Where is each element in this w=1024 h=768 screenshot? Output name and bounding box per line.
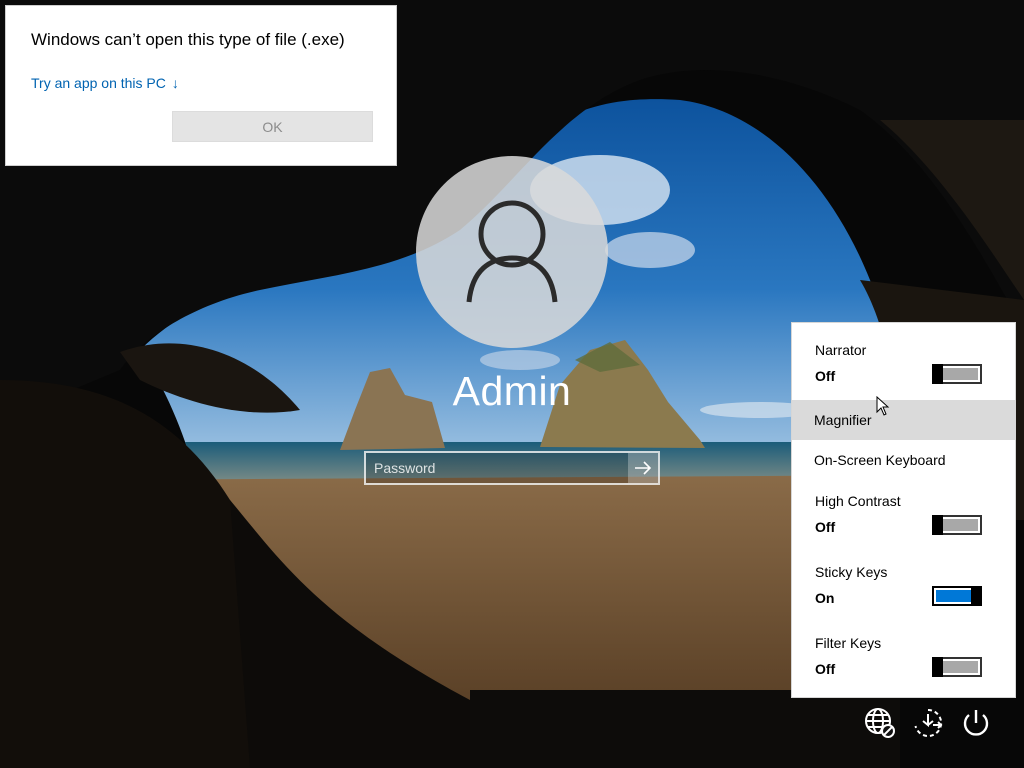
filter-keys-label: Filter Keys [815,635,882,651]
menu-item-on-screen-keyboard[interactable]: On-Screen Keyboard [792,445,1015,477]
filter-keys-toggle[interactable] [932,657,982,677]
sticky-keys-state: On [815,590,835,606]
avatar [416,156,608,348]
high-contrast-label: High Contrast [815,493,901,509]
narrator-label: Narrator [815,342,867,358]
error-dialog: Windows can’t open this type of file (.e… [5,5,397,166]
network-icon [865,708,895,738]
sticky-keys-label: Sticky Keys [815,564,888,580]
user-name: Admin [452,368,572,414]
password-input[interactable] [366,453,628,483]
ok-button[interactable]: OK [172,111,373,142]
narrator-toggle[interactable] [932,364,982,384]
mouse-cursor-icon [876,396,890,416]
try-app-link-label: Try an app on this PC [31,75,166,91]
ease-of-access-icon [914,708,943,737]
dialog-title: Windows can’t open this type of file (.e… [31,30,345,49]
on-screen-keyboard-label: On-Screen Keyboard [814,452,946,468]
high-contrast-toggle[interactable] [932,515,982,535]
power-icon [963,710,989,736]
try-app-link[interactable]: Try an app on this PC ↓ [31,75,179,91]
ease-of-access-menu: Narrator Off Magnifier On-Screen Keyboar… [791,322,1016,698]
user-icon [466,200,558,303]
submit-button[interactable] [628,453,658,483]
lock-screen: Windows can’t open this type of file (.e… [0,0,1024,768]
power-button[interactable] [959,706,993,740]
menu-item-magnifier[interactable]: Magnifier [792,400,1015,440]
password-box [364,451,660,485]
arrow-right-icon [635,461,652,475]
ease-of-access-button[interactable] [911,706,945,740]
network-button[interactable] [863,706,897,740]
filter-keys-state: Off [815,661,836,677]
magnifier-label: Magnifier [814,412,872,428]
sticky-keys-toggle[interactable] [932,586,982,606]
high-contrast-state: Off [815,519,836,535]
narrator-state: Off [815,368,836,384]
down-arrow-icon: ↓ [171,75,179,91]
